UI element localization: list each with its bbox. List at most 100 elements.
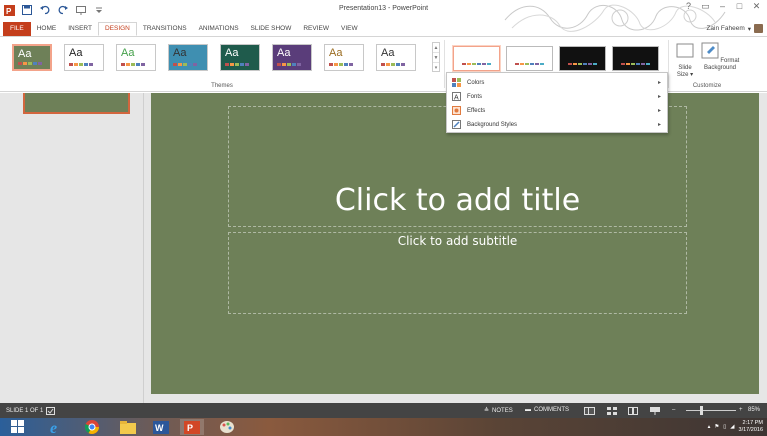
title-bar: P Presentation13 - PowerPoint ? ▭ – □ ✕ <box>0 0 767 32</box>
theme-color-strip <box>173 63 197 66</box>
menu-item-label: Fonts <box>467 93 483 100</box>
theme-thumbnail[interactable]: Aa <box>116 44 156 71</box>
slide-show-button[interactable] <box>650 407 660 415</box>
action-center-icon[interactable]: ⚑ <box>714 424 719 430</box>
menu-item-label: Colors <box>467 79 485 86</box>
close-icon[interactable]: ✕ <box>750 1 763 12</box>
chrome-icon <box>85 420 99 434</box>
theme-thumbnail-label: Aa <box>381 47 395 59</box>
user-account[interactable]: Zain Faheem ▾ <box>706 24 763 33</box>
taskbar-chrome[interactable] <box>80 419 104 435</box>
variant-color-strip <box>621 63 650 65</box>
theme-thumbnail[interactable]: Aa <box>64 44 104 71</box>
tab-review[interactable]: REVIEW <box>297 22 335 36</box>
zoom-out-button[interactable]: – <box>672 407 675 413</box>
normal-view-button[interactable] <box>584 407 595 415</box>
menu-item-label: Background Styles <box>467 121 518 128</box>
fonts-icon: A <box>451 92 461 102</box>
tab-design[interactable]: DESIGN <box>97 22 137 36</box>
tab-home[interactable]: HOME <box>31 22 63 36</box>
slide-show-icon <box>650 407 660 415</box>
variant-thumbnail[interactable] <box>559 46 606 71</box>
tab-file[interactable]: FILE <box>3 22 31 36</box>
spelling-check-icon[interactable] <box>46 407 56 415</box>
theme-thumbnail[interactable]: Aa <box>324 44 364 71</box>
variant-thumbnail[interactable] <box>453 46 500 71</box>
theme-color-strip <box>381 63 405 66</box>
reading-view-button[interactable] <box>628 407 638 415</box>
slide-thumbnail[interactable] <box>23 93 130 114</box>
gallery-more-icon[interactable]: ▾ <box>433 63 439 73</box>
gallery-scroll-up-icon[interactable]: ▲ <box>433 43 439 53</box>
format-background-button[interactable]: Format Background <box>700 42 740 72</box>
zoom-level-text: 85% <box>748 407 761 413</box>
zoom-slider[interactable] <box>686 410 736 411</box>
menu-item-label: Effects <box>467 107 486 114</box>
gallery-scroll-down-icon[interactable]: ▼ <box>433 53 439 63</box>
effects-icon <box>451 106 461 116</box>
theme-color-strip <box>69 63 93 66</box>
theme-thumbnail-label: Aa <box>18 48 32 60</box>
variant-thumbnail[interactable] <box>506 46 553 71</box>
taskbar-paint[interactable] <box>215 419 239 435</box>
theme-thumbnail-label: Aa <box>277 47 291 59</box>
comments-button[interactable]: ▬ COMMENTS <box>525 407 569 413</box>
slide-size-icon <box>676 43 694 58</box>
file-explorer-icon <box>120 420 136 434</box>
tab-transitions[interactable]: TRANSITIONS <box>137 22 193 36</box>
tab-insert[interactable]: INSERT <box>62 22 98 36</box>
ribbon-display-options-icon[interactable]: ▭ <box>699 1 712 12</box>
theme-thumbnail-label: Aa <box>225 47 239 59</box>
taskbar-internet-explorer[interactable]: e <box>45 419 69 435</box>
status-bar: SLIDE 1 OF 1 ≜ NOTES ▬ COMMENTS – + 85% <box>0 403 767 418</box>
start-button[interactable] <box>6 419 30 435</box>
title-placeholder-text: Click to add title <box>334 183 581 218</box>
taskbar-word[interactable]: W <box>149 419 173 435</box>
menu-item-colors[interactable]: Colors ▸ <box>447 76 667 89</box>
themes-group-label: Themes <box>211 83 233 89</box>
theme-thumbnail[interactable]: Aa <box>376 44 416 71</box>
ribbon-tabs: FILE HOME INSERT DESIGN TRANSITIONS ANIM… <box>0 22 364 36</box>
svg-text:W: W <box>155 423 164 433</box>
zoom-level[interactable]: 85% <box>748 407 760 413</box>
windows-logo-icon <box>11 420 24 433</box>
theme-thumbnail[interactable]: Aa <box>12 44 52 71</box>
theme-thumbnail[interactable]: Aa <box>220 44 260 71</box>
notes-button[interactable]: ≜ NOTES <box>484 407 513 415</box>
clock[interactable]: 2:17 PM 3/17/2016 <box>739 420 763 434</box>
slide-sorter-button[interactable] <box>607 407 617 415</box>
maximize-icon[interactable]: □ <box>733 1 746 12</box>
zoom-in-icon: + <box>739 407 743 413</box>
normal-view-icon <box>584 407 595 415</box>
taskbar-file-explorer[interactable] <box>116 419 140 435</box>
slide-indicator[interactable]: SLIDE 1 OF 1 <box>6 407 56 415</box>
zoom-in-button[interactable]: + <box>739 407 743 413</box>
theme-color-strip <box>277 63 301 66</box>
tab-slide-show[interactable]: SLIDE SHOW <box>245 22 298 36</box>
powerpoint-window: P Presentation13 - PowerPoint ? ▭ – □ ✕ … <box>0 0 767 436</box>
zoom-out-icon: – <box>672 407 676 413</box>
group-separator <box>444 40 445 88</box>
network-icon[interactable]: ◢ <box>730 424 734 430</box>
menu-item-fonts[interactable]: A Fonts ▸ <box>447 90 667 103</box>
menu-item-background-styles[interactable]: Background Styles ▸ <box>447 118 667 131</box>
theme-thumbnail[interactable]: Aa <box>272 44 312 71</box>
minimize-icon[interactable]: – <box>716 1 729 12</box>
battery-icon[interactable]: ▯ <box>723 424 726 430</box>
variant-thumbnail[interactable] <box>612 46 659 71</box>
variants-more-menu: Colors ▸ A Fonts ▸ Effects ▸ Background … <box>446 72 668 133</box>
menu-item-effects[interactable]: Effects ▸ <box>447 104 667 117</box>
slide-size-button[interactable]: Slide Size ▾ <box>672 42 698 79</box>
variant-color-strip <box>568 63 597 65</box>
help-icon[interactable]: ? <box>682 1 695 12</box>
theme-color-strip <box>329 63 353 66</box>
themes-gallery-scroll: ▲ ▼ ▾ <box>432 42 440 72</box>
zoom-slider-handle[interactable] <box>700 406 703 415</box>
theme-thumbnail[interactable]: Aa <box>168 44 208 71</box>
tab-view[interactable]: VIEW <box>335 22 364 36</box>
show-hidden-icons-icon[interactable]: ▴ <box>708 424 711 430</box>
theme-color-strip <box>121 63 145 66</box>
taskbar-powerpoint[interactable]: P <box>180 419 204 435</box>
theme-color-strip <box>18 62 42 65</box>
tab-animations[interactable]: ANIMATIONS <box>193 22 245 36</box>
